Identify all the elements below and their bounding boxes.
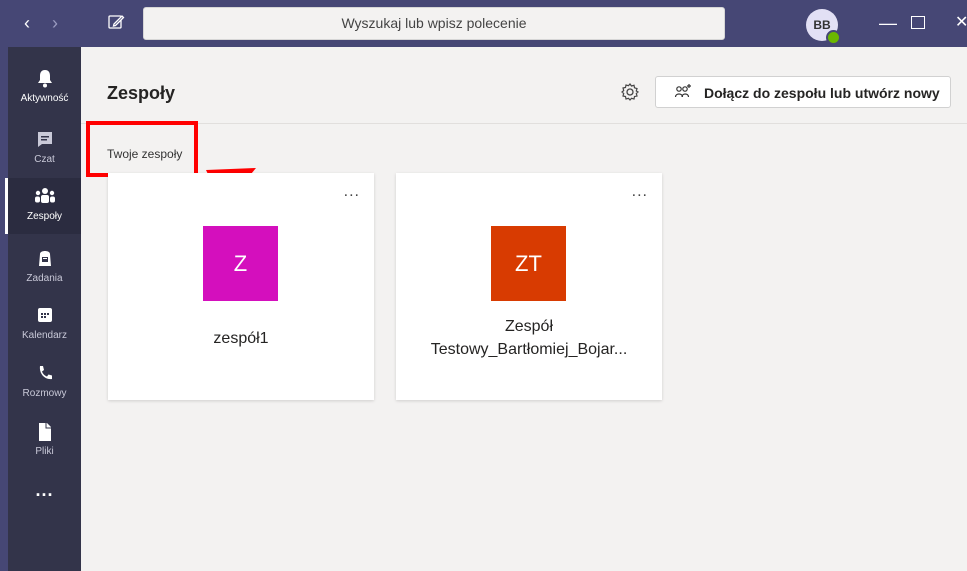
team-name-line-1: Zespół: [504, 318, 554, 335]
close-icon[interactable]: ✕: [955, 13, 967, 33]
rail-item-chat[interactable]: Czat: [8, 121, 81, 177]
rail-label: Czat: [34, 154, 55, 165]
rail-edge: [0, 47, 8, 571]
team-card[interactable]: ... Z zespół1: [108, 173, 374, 400]
add-team-icon: [674, 83, 692, 104]
maximize-icon[interactable]: [911, 16, 925, 29]
page-header: Zespoły Dołącz do zespołu lub utwórz now…: [81, 47, 967, 124]
rail-item-calendar[interactable]: Kalendarz: [8, 297, 81, 353]
rail-label: Pliki: [35, 446, 54, 457]
status-available-icon: [826, 30, 841, 45]
file-icon: [8, 421, 81, 448]
more-options-icon[interactable]: ...: [632, 183, 648, 201]
back-arrow-icon[interactable]: ‹: [16, 12, 38, 34]
more-apps-button[interactable]: ...: [8, 480, 81, 501]
search-input[interactable]: Wyszukaj lub wpisz polecenie: [143, 7, 725, 40]
team-avatar: ZT: [491, 226, 566, 301]
team-name-line-2: Testowy_Bartłomiej_Bojar...: [430, 341, 628, 358]
rail-item-teams[interactable]: Zespoły: [5, 178, 81, 234]
rail-label: Zespoły: [26, 211, 62, 222]
team-avatar: Z: [203, 226, 278, 301]
forward-arrow-icon[interactable]: ›: [44, 12, 66, 34]
rail-label: Kalendarz: [21, 330, 68, 341]
rail-label: Rozmowy: [22, 388, 67, 399]
annotation-highlight-box: [86, 121, 198, 177]
rail-label: Zadania: [26, 273, 63, 284]
teams-icon: [8, 186, 81, 211]
assignments-icon: [8, 248, 81, 273]
chat-icon: [8, 129, 81, 154]
team-card[interactable]: ... ZT Zespół Testowy_Bartłomiej_Bojar..…: [396, 173, 662, 400]
more-options-icon[interactable]: ...: [344, 183, 360, 201]
calendar-icon: [8, 305, 81, 330]
join-button-label: Dołącz do zespołu lub utwórz nowy: [704, 85, 940, 101]
rail-item-calls[interactable]: Rozmowy: [8, 355, 81, 411]
bell-icon: [8, 68, 81, 93]
minimize-icon[interactable]: —: [879, 13, 897, 33]
compose-icon[interactable]: [106, 12, 126, 32]
team-name: zespół1: [213, 330, 269, 347]
join-or-create-team-button[interactable]: Dołącz do zespołu lub utwórz nowy: [655, 76, 951, 108]
phone-icon: [8, 363, 81, 388]
rail-item-files[interactable]: Pliki: [8, 413, 81, 469]
rail-label: Aktywność: [20, 93, 69, 104]
title-bar: ‹ › Wyszukaj lub wpisz polecenie BB — ✕: [0, 0, 967, 47]
page-title: Zespoły: [107, 83, 176, 103]
rail-item-assignments[interactable]: Zadania: [8, 240, 81, 296]
gear-icon[interactable]: [619, 81, 641, 103]
rail-item-activity[interactable]: Aktywność: [8, 60, 81, 116]
